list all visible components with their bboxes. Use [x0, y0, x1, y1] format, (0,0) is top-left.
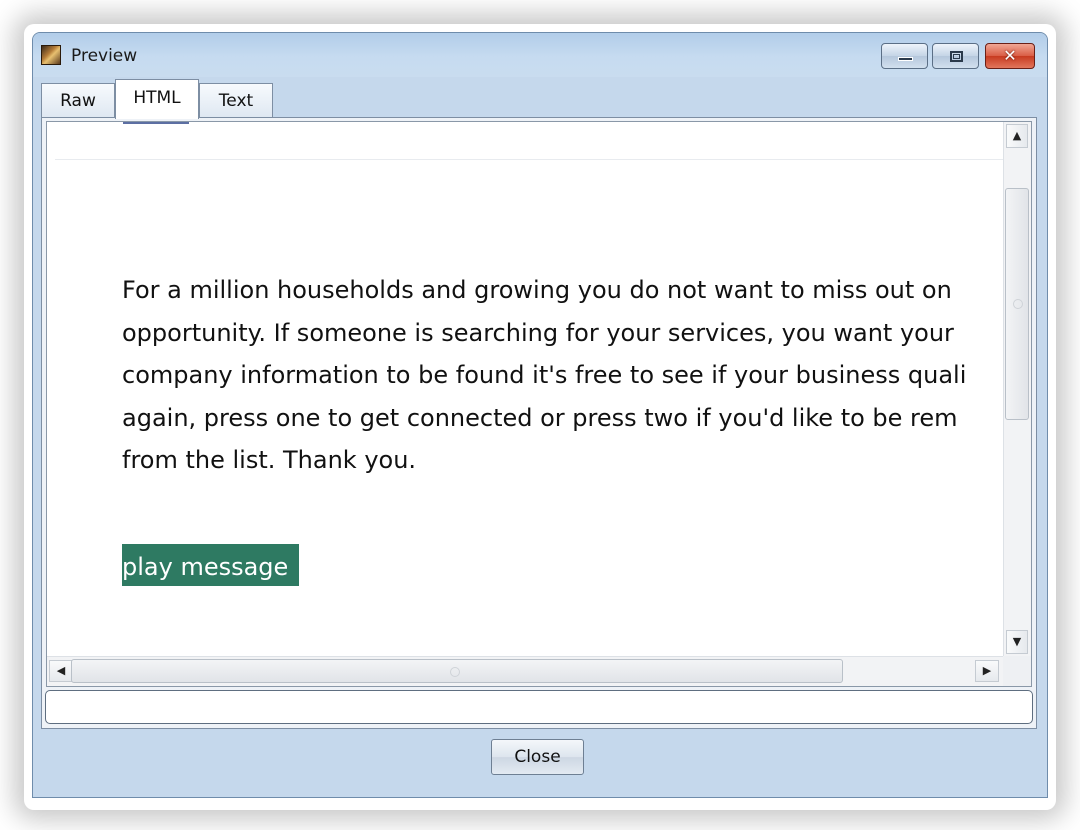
tab-panel: For a million households and growing you… — [41, 117, 1037, 729]
html-preview-content: For a million households and growing you… — [47, 122, 1003, 656]
grip-icon — [1013, 299, 1023, 309]
html-preview-viewport[interactable]: For a million households and growing you… — [46, 121, 1032, 687]
maximize-button[interactable] — [932, 43, 979, 69]
close-button[interactable]: Close — [491, 739, 584, 775]
minimize-button[interactable] — [881, 43, 928, 69]
vertical-scrollbar[interactable]: ▲ ▼ — [1003, 122, 1031, 656]
grip-icon — [450, 667, 460, 677]
status-field[interactable] — [45, 690, 1033, 724]
preview-app-icon[interactable] — [41, 45, 61, 65]
close-window-button[interactable]: ✕ — [985, 43, 1035, 69]
vertical-scroll-thumb[interactable] — [1005, 188, 1029, 420]
scroll-left-arrow-icon[interactable]: ◀ — [49, 660, 73, 682]
title-bar[interactable]: Preview ✕ — [33, 33, 1047, 77]
scroll-down-arrow-icon[interactable]: ▼ — [1006, 630, 1028, 654]
tab-html[interactable]: HTML — [115, 79, 199, 119]
scroll-right-arrow-icon[interactable]: ▶ — [975, 660, 999, 682]
close-icon: ✕ — [1003, 46, 1017, 65]
tab-text[interactable]: Text — [199, 83, 273, 117]
minimize-icon — [898, 57, 913, 61]
preview-window: Preview ✕ Raw HTML Text For a million ho… — [32, 32, 1048, 798]
horizontal-rule — [55, 159, 1003, 160]
tab-raw[interactable]: Raw — [41, 83, 115, 117]
message-paragraph: For a million households and growing you… — [122, 276, 967, 474]
window-title: Preview — [71, 46, 138, 66]
horizontal-scroll-thumb[interactable] — [71, 659, 843, 683]
play-message-link[interactable]: play message — [122, 544, 299, 586]
maximize-icon — [950, 51, 963, 62]
link-underline-fragment — [123, 122, 189, 124]
scroll-up-arrow-icon[interactable]: ▲ — [1006, 124, 1028, 148]
scrollbar-corner — [1003, 656, 1031, 686]
horizontal-scrollbar[interactable]: ◀ ▶ — [47, 656, 1003, 686]
